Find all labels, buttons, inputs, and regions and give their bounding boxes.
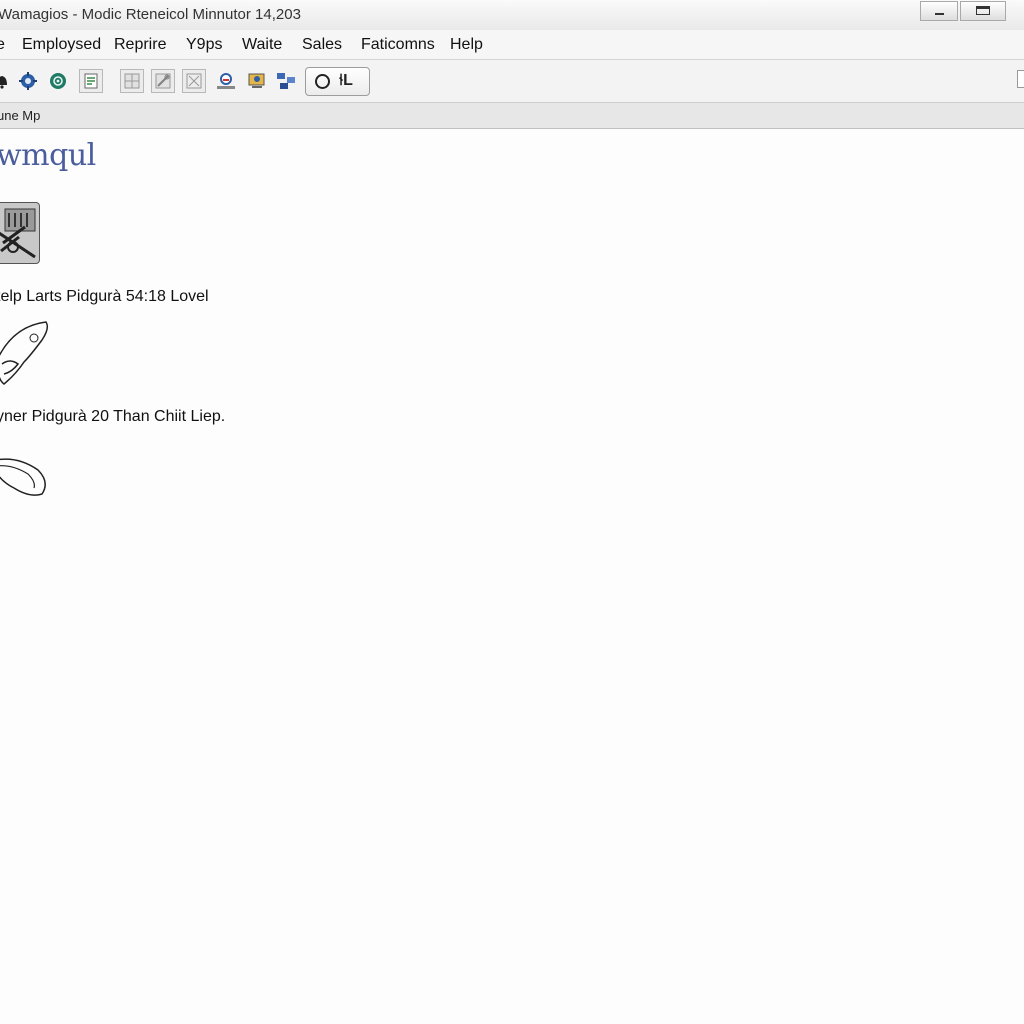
tool-icon[interactable]: [151, 69, 175, 93]
menu-reprire[interactable]: Reprire: [114, 36, 166, 54]
network-icon[interactable]: [274, 69, 298, 93]
menu-y9ps[interactable]: Y9ps: [186, 36, 222, 54]
document-icon[interactable]: [79, 69, 103, 93]
breadcrumb: une Mp: [0, 103, 1024, 129]
maximize-button[interactable]: [960, 1, 1006, 21]
breadcrumb-text[interactable]: une Mp: [0, 108, 40, 123]
minimize-button[interactable]: [920, 1, 958, 21]
bell-icon[interactable]: [0, 69, 14, 93]
part-thumbnail-image[interactable]: [0, 202, 40, 264]
toolbar: ⫮L: [0, 60, 1024, 103]
globe-icon[interactable]: [46, 69, 70, 93]
menu-help[interactable]: Help: [450, 36, 483, 54]
item-caption: yner Pidgurà 20 Than Chiit Liep.: [0, 408, 226, 425]
image-icon[interactable]: [182, 69, 206, 93]
item-caption: telp Larts Pidgurà 54:18 Lovel: [0, 288, 209, 305]
grid-icon[interactable]: [120, 69, 144, 93]
title-bar: Wamagios - Modic Rteneicol Minnutor 14,2…: [0, 0, 1024, 31]
toolbar-overflow-handle[interactable]: [1017, 70, 1024, 88]
menu-sales[interactable]: Sales: [302, 36, 342, 54]
hose-part-sketch: [0, 458, 46, 496]
chart-icon[interactable]: [214, 69, 238, 93]
page-title: wmqul: [0, 138, 96, 173]
monitor-icon[interactable]: [245, 69, 269, 93]
menu-faticomns[interactable]: Faticomns: [361, 36, 435, 54]
menu-employsed[interactable]: Employsed: [22, 36, 101, 54]
split-icon[interactable]: ⫮L: [339, 72, 353, 90]
window-title: Wamagios - Modic Rteneicol Minnutor 14,2…: [0, 6, 301, 23]
menu-bar: e Employsed Reprire Y9ps Waite Sales Fat…: [0, 30, 1024, 60]
menu-waite[interactable]: Waite: [242, 36, 282, 54]
gear-icon[interactable]: [16, 69, 40, 93]
menu-file[interactable]: e: [0, 36, 5, 54]
record-icon[interactable]: [315, 74, 330, 89]
record-split-toggle[interactable]: ⫮L: [305, 67, 370, 96]
clamp-part-sketch: [0, 321, 49, 385]
